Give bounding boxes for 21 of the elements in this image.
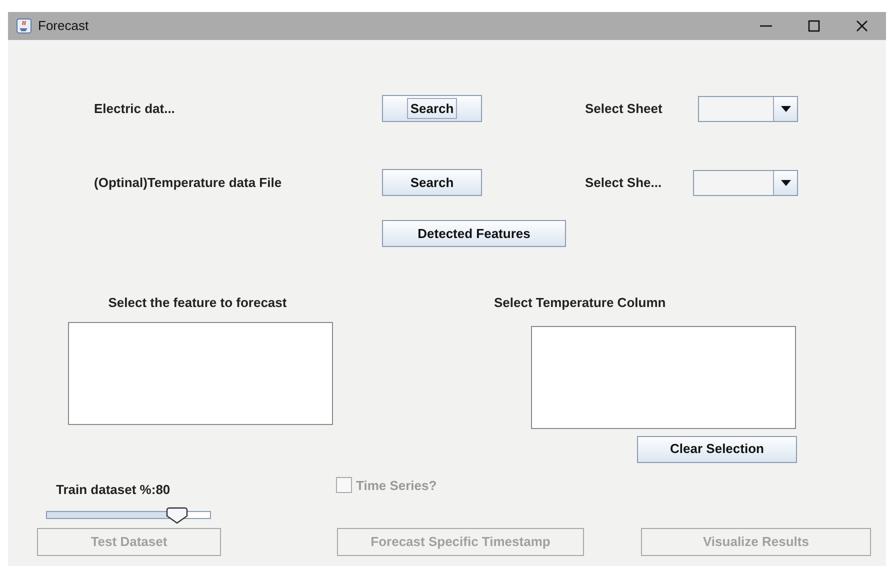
sheet-dropdown[interactable]: [693, 170, 798, 196]
search-button[interactable]: Search: [382, 95, 482, 122]
caret-icon: [780, 180, 790, 186]
list-title: Select the feature to forecast: [107, 294, 288, 312]
file-label: (Optinal)Temperature data File: [94, 174, 283, 192]
sheet-dropdown[interactable]: [698, 96, 798, 122]
file-label: Electric dat...: [94, 100, 176, 118]
temperature-list[interactable]: [531, 326, 796, 428]
list-title: Select Temperature Column: [494, 294, 667, 312]
train-label: Train dataset %:80: [56, 480, 172, 498]
app-icon: [16, 18, 32, 34]
window-title: Forecast: [38, 17, 90, 36]
sheet-label: Select She...: [585, 174, 663, 192]
detect-features-button[interactable]: Detected Features: [382, 220, 566, 247]
caret-icon: [780, 106, 790, 112]
sheet-label: Select Sheet: [585, 100, 664, 118]
slider-thumb[interactable]: [166, 507, 188, 524]
clear-selection-button[interactable]: Clear Selection: [637, 436, 797, 462]
feature-list[interactable]: [68, 322, 333, 424]
search-button[interactable]: Search: [382, 169, 482, 196]
checkbox-label: Time Series?: [356, 476, 437, 494]
